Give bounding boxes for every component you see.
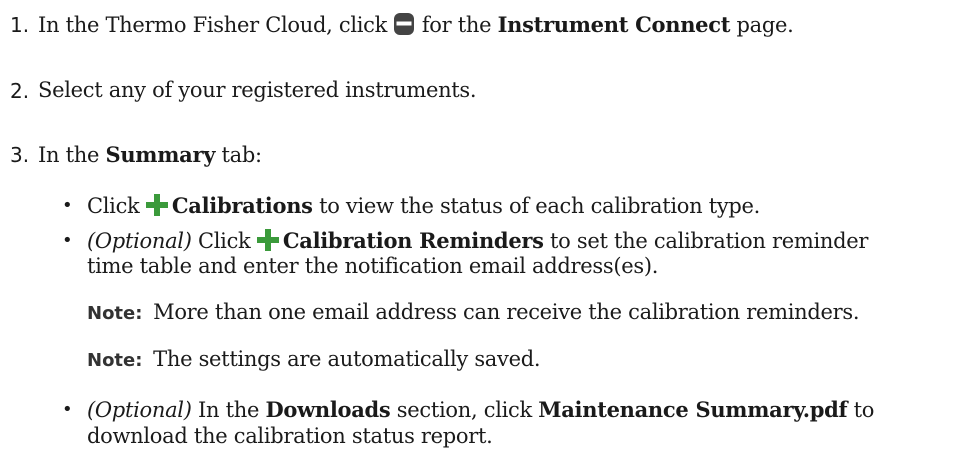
calibrations-label: Calibrations [171, 193, 313, 218]
instrument-connect-label: Instrument Connect [497, 12, 731, 37]
bullet-2-line2: time table and enter the notification em… [87, 254, 659, 278]
maintenance-summary-link: Maintenance Summary.pdf [538, 397, 848, 422]
bullet-3-text: (Optional) In the Downloads section, cli… [87, 397, 874, 422]
bullet-text: to set the calibration reminder [543, 229, 869, 253]
bullet-text: section, click [390, 398, 539, 422]
downloads-label: Downloads [265, 397, 391, 422]
step-text: for the [415, 13, 498, 37]
bullet-2-text: (Optional) Click Calibration Reminders t… [87, 228, 868, 253]
step-text: In the Thermo Fisher Cloud, click [38, 13, 394, 37]
step-number: 2. [10, 79, 30, 103]
bullet-1-text: Click Calibrations to view the status of… [87, 193, 760, 218]
optional-label: (Optional) [87, 229, 192, 253]
step-number: 1. [10, 13, 30, 37]
bullet-text: Click [87, 194, 146, 218]
note-text: More than one email address can receive … [153, 300, 860, 324]
plus-icon [256, 229, 279, 251]
bullet-icon: • [62, 399, 73, 420]
step-text: page. [730, 13, 794, 37]
note-label: Note: [87, 350, 143, 371]
note-1: Note: More than one email address can re… [87, 300, 860, 324]
plus-icon [145, 194, 168, 216]
step-number: 3. [10, 143, 30, 167]
bullet-text: to [847, 398, 875, 422]
bullet-icon: • [62, 195, 73, 216]
note-2: Note: The settings are automatically sav… [87, 347, 541, 371]
bullet-3-line2: download the calibration status report. [87, 424, 493, 448]
bullet-icon: • [62, 230, 73, 251]
note-text: The settings are automatically saved. [153, 347, 541, 371]
optional-label: (Optional) [87, 398, 192, 422]
bullet-text: to view the status of each calibration t… [312, 194, 761, 218]
step-1-text: In the Thermo Fisher Cloud, click for th… [38, 12, 794, 41]
summary-tab-label: Summary [105, 142, 216, 167]
step-3-text: In the Summary tab: [38, 142, 262, 167]
step-2-text: Select any of your registered instrument… [38, 78, 477, 102]
bullet-text: In the [191, 398, 266, 422]
bullet-text: Click [191, 229, 257, 253]
calibration-reminders-label: Calibration Reminders [282, 228, 544, 253]
step-text: tab: [215, 143, 263, 167]
note-label: Note: [87, 303, 143, 324]
instrument-connect-icon [393, 12, 415, 41]
step-text: In the [38, 143, 106, 167]
